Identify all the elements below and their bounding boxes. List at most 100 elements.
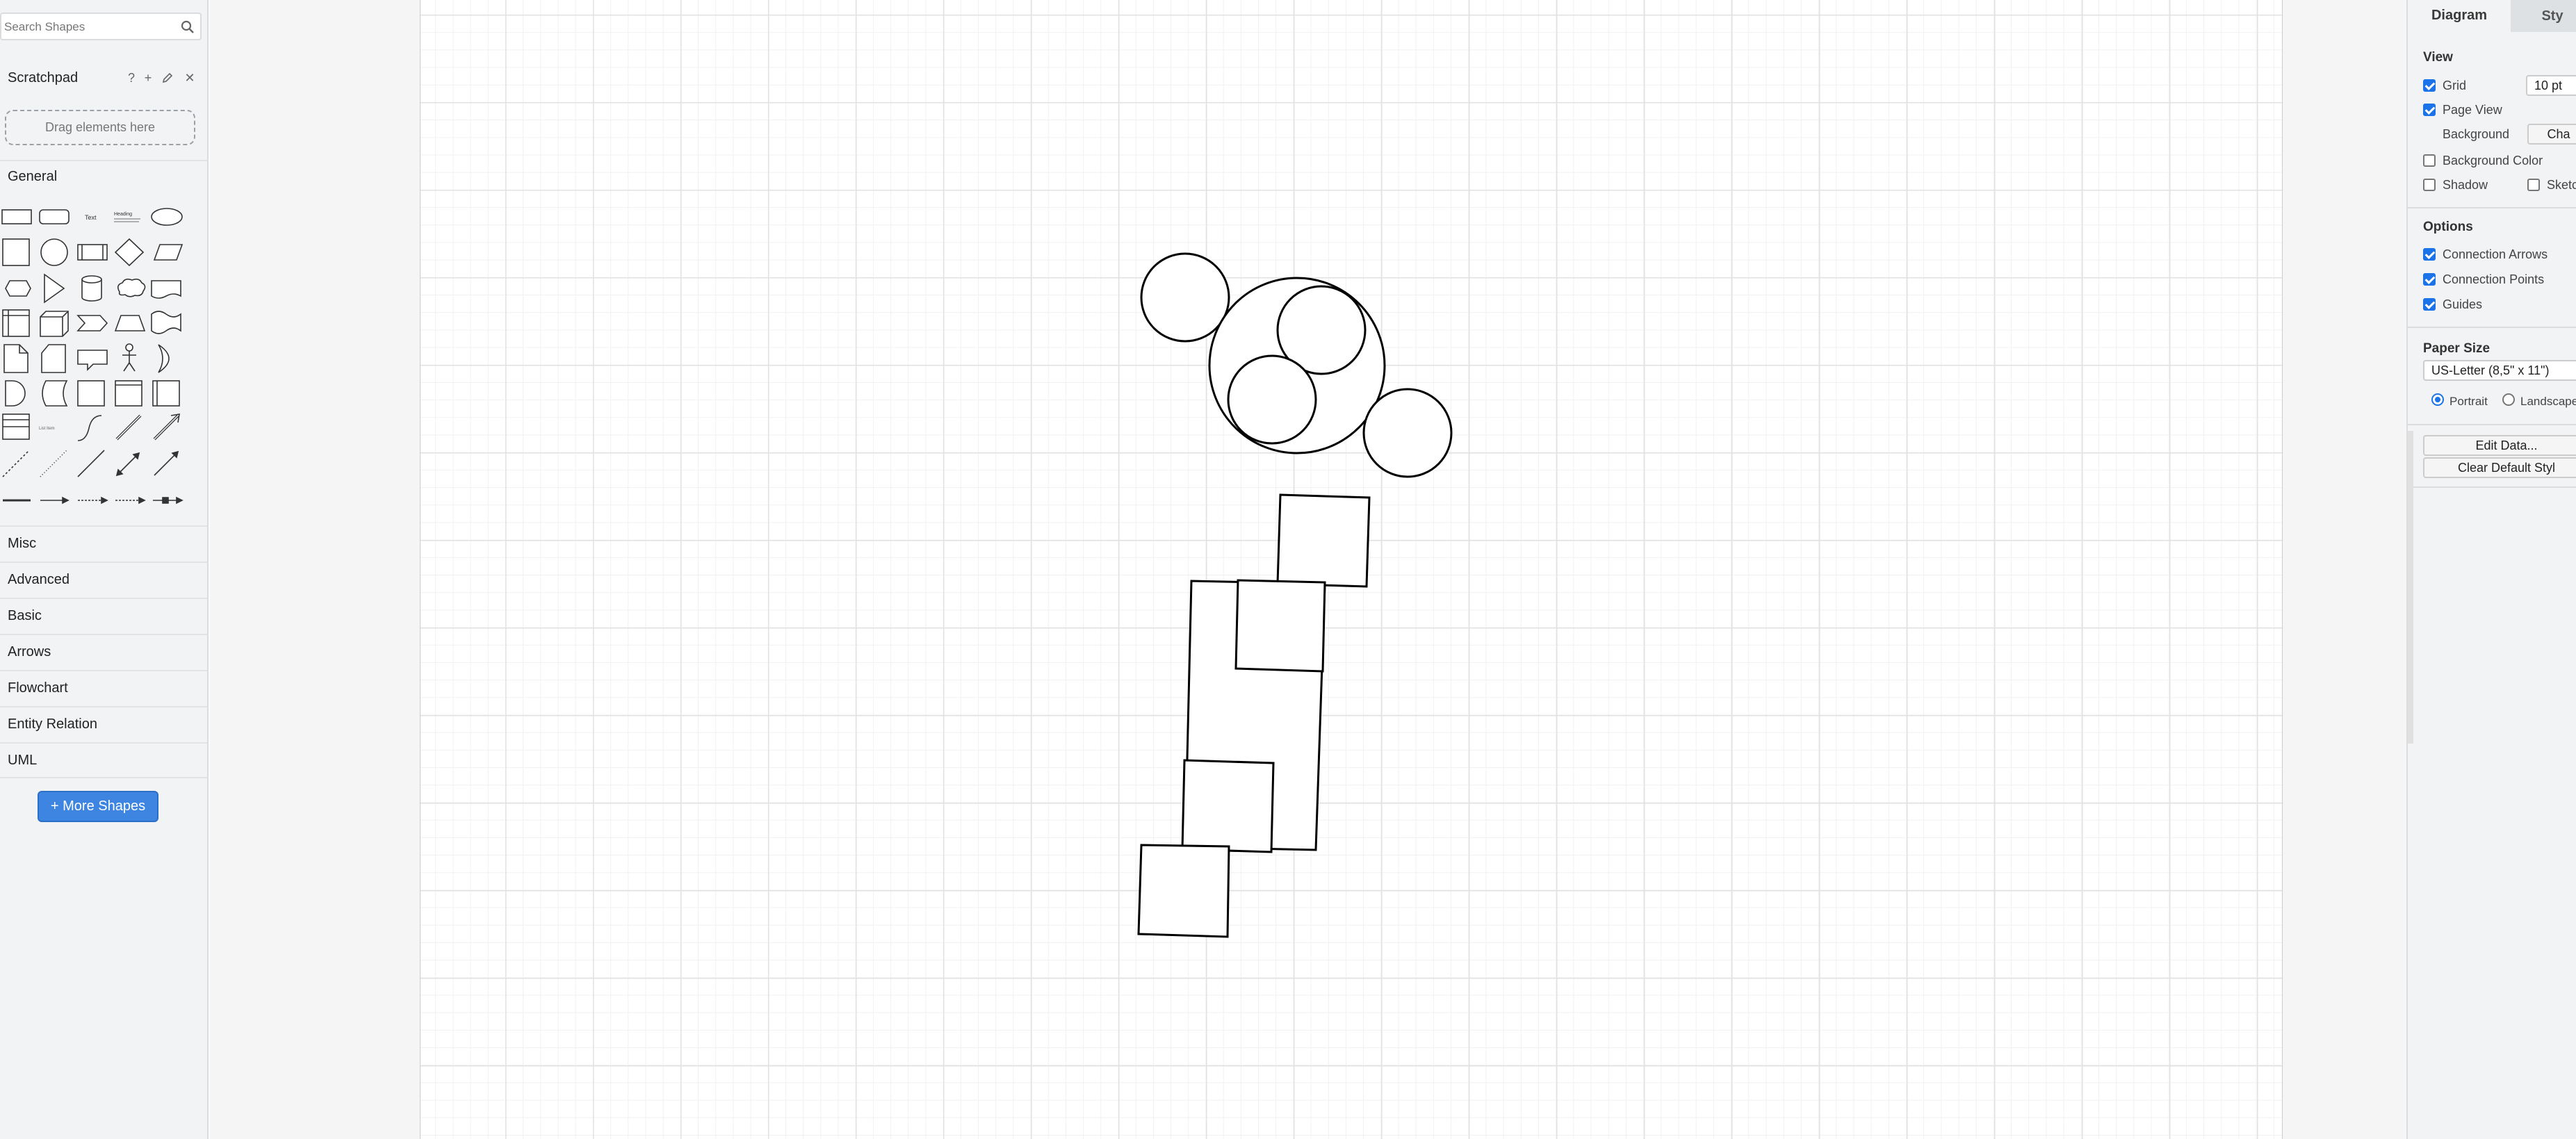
sketch-checkbox[interactable] bbox=[2527, 179, 2540, 191]
textbox-shape[interactable]: Heading bbox=[114, 212, 140, 222]
callout-shape[interactable] bbox=[77, 350, 108, 371]
close-icon[interactable]: ✕ bbox=[182, 69, 197, 86]
arrow-link-shape[interactable] bbox=[40, 496, 70, 505]
cube-shape[interactable] bbox=[40, 311, 69, 337]
square-shape[interactable] bbox=[1181, 759, 1275, 853]
document-shape[interactable] bbox=[151, 280, 181, 299]
page-view-checkbox[interactable] bbox=[2423, 104, 2436, 116]
circle-shape[interactable] bbox=[1140, 252, 1230, 343]
help-icon[interactable]: ? bbox=[124, 69, 139, 86]
category-flowchart[interactable]: Flowchart bbox=[0, 670, 207, 706]
landscape-radio[interactable] bbox=[2502, 393, 2515, 406]
grid-checkbox[interactable] bbox=[2423, 79, 2436, 92]
bidirectional-arrow-shape[interactable] bbox=[115, 414, 142, 441]
category-basic[interactable]: Basic bbox=[0, 598, 207, 634]
sketch-label: Sketc bbox=[2547, 178, 2576, 192]
parallelogram-shape[interactable] bbox=[153, 244, 184, 261]
hexagon-shape[interactable] bbox=[5, 280, 31, 297]
actor-shape[interactable] bbox=[122, 343, 136, 372]
scratchpad-title[interactable]: Scratchpad bbox=[8, 70, 78, 86]
pool-shape[interactable] bbox=[152, 380, 180, 407]
dashed-link-shape[interactable] bbox=[115, 496, 146, 505]
tab-diagram[interactable]: Diagram bbox=[2408, 0, 2511, 32]
shadow-checkbox[interactable] bbox=[2423, 179, 2436, 191]
dotted-line-shape[interactable] bbox=[40, 450, 67, 477]
category-entity-relation[interactable]: Entity Relation bbox=[0, 706, 207, 742]
connection-arrows-label: Connection Arrows bbox=[2443, 247, 2548, 261]
list-shape[interactable] bbox=[2, 413, 30, 440]
data-storage-shape[interactable] bbox=[42, 380, 68, 407]
arrow-shape[interactable] bbox=[153, 413, 180, 441]
background-color-checkbox[interactable] bbox=[2423, 154, 2436, 167]
category-arrows[interactable]: Arrows bbox=[0, 634, 207, 670]
shadow-label: Shadow bbox=[2443, 178, 2488, 192]
list-item-shape[interactable]: List Item bbox=[39, 427, 55, 431]
cylinder-shape[interactable] bbox=[81, 275, 102, 302]
edit-icon[interactable] bbox=[160, 69, 175, 86]
internal-storage-shape[interactable] bbox=[2, 309, 30, 337]
bidirectional-connector-shape[interactable] bbox=[115, 452, 140, 477]
tape-shape[interactable] bbox=[151, 311, 181, 334]
paper-size-select[interactable]: US-Letter (8,5" x 11") bbox=[2423, 360, 2576, 381]
add-icon[interactable]: + bbox=[140, 69, 156, 86]
drawio-editor: Scratchpad ? + ✕ Drag elements here Gene… bbox=[0, 0, 2576, 1139]
circle-shape[interactable] bbox=[1362, 388, 1453, 478]
edit-data-button[interactable]: Edit Data... bbox=[2423, 435, 2576, 456]
dashed-arrow-shape[interactable] bbox=[78, 496, 108, 505]
square-shape[interactable] bbox=[1234, 579, 1326, 673]
more-shapes-button[interactable]: + More Shapes bbox=[38, 791, 158, 822]
drop-hint: Drag elements here bbox=[44, 120, 156, 134]
text-shape[interactable]: Text bbox=[85, 214, 97, 221]
category-uml[interactable]: UML bbox=[0, 742, 207, 778]
diamond-shape[interactable] bbox=[114, 238, 145, 267]
connection-arrows-checkbox[interactable] bbox=[2423, 248, 2436, 261]
background-change-button[interactable]: Cha bbox=[2527, 124, 2576, 145]
format-panel-scrollbar[interactable] bbox=[2408, 431, 2413, 744]
category-advanced[interactable]: Advanced bbox=[0, 562, 207, 598]
diagram-canvas[interactable] bbox=[210, 0, 2406, 1139]
rounded-rectangle-shape[interactable] bbox=[39, 209, 70, 224]
process-shape[interactable] bbox=[77, 244, 108, 261]
scratchpad-drop-zone[interactable]: Drag elements here bbox=[5, 110, 195, 145]
square-shape[interactable] bbox=[2, 238, 30, 266]
cloud-shape[interactable] bbox=[117, 278, 146, 297]
triangle-shape[interactable] bbox=[44, 273, 65, 304]
grid-size-input[interactable]: 10 pt bbox=[2526, 75, 2576, 96]
circle-shape[interactable] bbox=[40, 238, 68, 266]
card-shape[interactable] bbox=[41, 344, 66, 373]
connection-points-label: Connection Points bbox=[2443, 272, 2545, 286]
delay-shape[interactable] bbox=[5, 380, 26, 407]
guides-checkbox[interactable] bbox=[2423, 298, 2436, 311]
circle-shape[interactable] bbox=[1227, 354, 1317, 445]
ellipse-shape[interactable] bbox=[151, 208, 183, 226]
clear-default-style-button[interactable]: Clear Default Styl bbox=[2423, 457, 2576, 478]
options-section-title: Options bbox=[2423, 220, 2473, 234]
note-shape[interactable] bbox=[3, 344, 28, 373]
category-general[interactable]: General bbox=[0, 160, 207, 192]
curve-shape[interactable] bbox=[77, 415, 102, 441]
directional-connector-shape[interactable] bbox=[154, 450, 179, 476]
step-shape[interactable] bbox=[76, 315, 108, 331]
trapezoid-shape[interactable] bbox=[114, 315, 146, 331]
square-2-shape[interactable] bbox=[77, 380, 105, 407]
shape-sidebar: Scratchpad ? + ✕ Drag elements here Gene… bbox=[0, 0, 209, 1139]
background-label: Background bbox=[2443, 127, 2510, 141]
connection-points-checkbox[interactable] bbox=[2423, 273, 2436, 286]
square-shape[interactable] bbox=[1276, 493, 1371, 588]
container-shape[interactable] bbox=[115, 380, 142, 407]
category-misc[interactable]: Misc bbox=[0, 525, 207, 562]
tab-style[interactable]: Sty bbox=[2511, 0, 2576, 32]
or-shape[interactable] bbox=[158, 344, 170, 373]
grid-label: Grid bbox=[2443, 79, 2467, 92]
square-shape[interactable] bbox=[1137, 844, 1230, 938]
search-input[interactable] bbox=[4, 17, 171, 38]
landscape-label: Landscape bbox=[2520, 395, 2576, 408]
relation-link-shape[interactable] bbox=[153, 496, 184, 505]
section-divider bbox=[2408, 207, 2576, 208]
dashed-line-shape[interactable] bbox=[2, 450, 30, 477]
category-label: Advanced bbox=[8, 572, 70, 587]
search-icon[interactable] bbox=[179, 19, 196, 35]
rectangle-shape[interactable] bbox=[1, 209, 32, 224]
line-shape[interactable] bbox=[77, 450, 105, 477]
portrait-radio[interactable] bbox=[2431, 393, 2444, 406]
